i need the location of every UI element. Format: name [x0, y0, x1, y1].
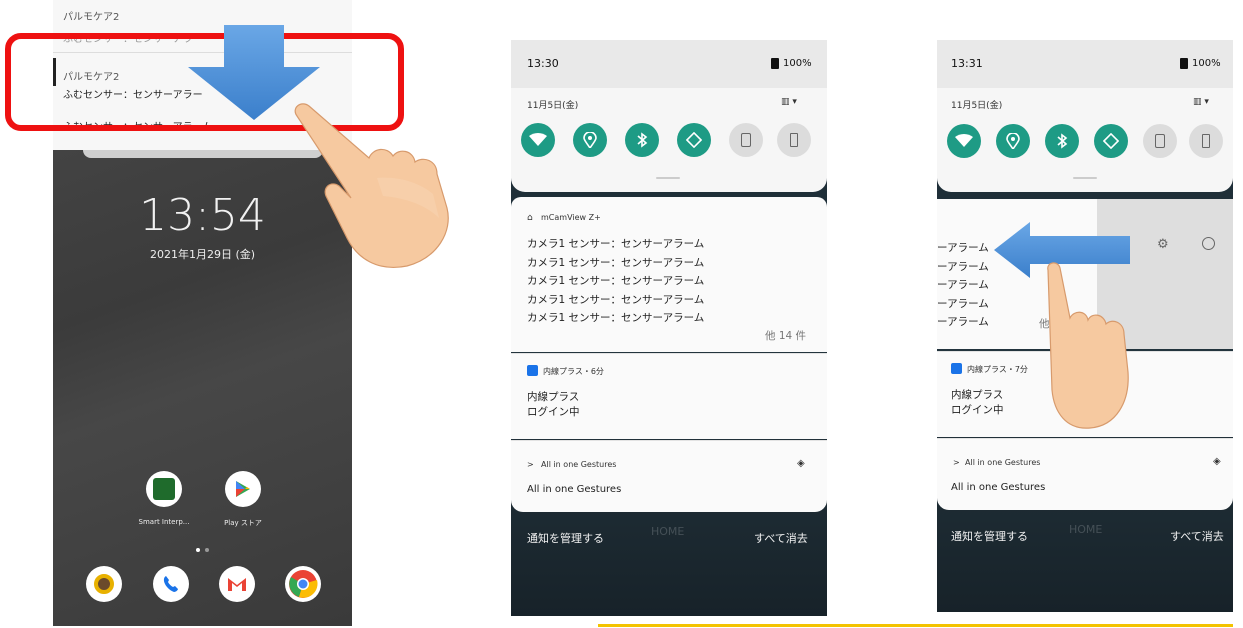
chrome-icon[interactable] — [285, 566, 321, 602]
signal-icons: ▥ ▾ — [781, 97, 797, 107]
home-label: HOME — [651, 525, 685, 538]
wifi-icon[interactable] — [521, 123, 555, 157]
manage-notifications-button[interactable]: 通知を管理する — [951, 528, 1028, 544]
notification-line: カメラ1 センサー：センサーアラーム — [527, 238, 705, 250]
gestures-header: All in one Gestures — [965, 458, 1041, 467]
home-label: HOME — [1069, 523, 1103, 536]
notification-line: ーアラーム — [937, 297, 989, 310]
battery-icon — [771, 58, 779, 69]
naisen-header: 内線プラス・7分 — [967, 365, 1028, 374]
qs-date: 11月5日(金) — [951, 101, 1003, 111]
page-dot — [205, 548, 209, 552]
app-icon-small: ⌂ — [527, 213, 533, 223]
manage-notifications-button[interactable]: 通知を管理する — [527, 530, 604, 546]
signal-icons: ▥ ▾ — [1193, 97, 1209, 107]
notification-line: ーアラーム — [937, 316, 989, 328]
notification-line: カメラ1 センサー：センサーアラーム — [527, 293, 705, 306]
notification-line: カメラ1 センサー：センサーアラーム — [527, 256, 705, 269]
notification-line: ーアラーム — [937, 242, 989, 254]
gmail-icon[interactable] — [219, 566, 255, 602]
pointing-hand-icon — [294, 103, 449, 268]
notification-shade-panel: 13:30 100% 11月5日(金) ▥ ▾ ⌂ mCamView Z+ カメ… — [511, 40, 827, 616]
phone-icon — [951, 363, 962, 374]
notification-lines: ーアラーム ーアラーム ーアラーム ーアラーム ーアラーム — [937, 239, 989, 332]
auto-rotate-icon[interactable] — [677, 123, 711, 157]
smart-interp-icon[interactable] — [146, 471, 182, 507]
quick-settings: 11月5日(金) ▥ ▾ — [511, 88, 827, 192]
accent-underline — [598, 624, 1233, 627]
wifi-icon[interactable] — [947, 124, 981, 158]
quick-settings: 11月5日(金) ▥ ▾ — [937, 88, 1233, 192]
bluetooth-icon[interactable] — [1045, 124, 1079, 158]
app-label: Smart Interp... — [138, 518, 190, 526]
notification-card-gestures[interactable]: > All in one Gestures ◈ All in one Gestu… — [511, 440, 827, 512]
chevron-right-icon[interactable]: > — [527, 460, 534, 469]
naisen-header: 内線プラス・6分 — [543, 367, 604, 376]
status-time: 13:30 — [527, 57, 559, 70]
layers-icon: ◈ — [1213, 456, 1221, 467]
battery-level: 100% — [783, 58, 812, 69]
layers-icon: ◈ — [797, 458, 805, 469]
notification-card-mcamview[interactable]: ⌂ mCamView Z+ カメラ1 センサー：センサーアラーム カメラ1 セン… — [511, 197, 827, 352]
qs-date: 11月5日(金) — [527, 101, 579, 111]
play-store-icon[interactable] — [225, 471, 261, 507]
notification-app-name-top: パルモケア2 — [63, 12, 120, 23]
chevron-right-icon[interactable]: > — [953, 458, 960, 467]
notification-line: ーアラーム — [937, 279, 989, 291]
notification-line: カメラ1 センサー：センサーアラーム — [527, 312, 705, 324]
status-time: 13:31 — [951, 57, 983, 70]
app-label: Play ストア — [224, 519, 262, 527]
page-dot-active — [196, 548, 200, 552]
notification-line: ーアラーム — [937, 260, 989, 273]
battery-level: 100% — [1192, 58, 1221, 69]
phone-icon[interactable] — [153, 566, 189, 602]
notification-line: カメラ1 センサー：センサーアラーム — [527, 275, 705, 287]
battery-saver-icon[interactable] — [729, 123, 763, 157]
gestures-body: All in one Gestures — [527, 484, 622, 495]
location-icon[interactable] — [996, 124, 1030, 158]
notification-card-naisen[interactable]: 内線プラス・6分 内線プラス ログイン中 — [511, 353, 827, 439]
phone-icon — [527, 365, 538, 376]
flashlight-icon[interactable] — [1189, 124, 1223, 158]
drag-handle[interactable] — [656, 177, 680, 179]
naisen-status: ログイン中 — [527, 406, 580, 418]
gear-icon[interactable]: ⚙ — [1157, 237, 1169, 252]
notification-app-header: mCamView Z+ — [541, 213, 601, 222]
pointing-hand-icon — [1047, 262, 1129, 429]
snooze-clock-icon[interactable] — [1202, 237, 1215, 250]
location-icon[interactable] — [573, 123, 607, 157]
gestures-header: All in one Gestures — [541, 460, 617, 469]
naisen-status: ログイン中 — [951, 404, 1004, 416]
bluetooth-icon[interactable] — [625, 123, 659, 157]
clear-all-button[interactable]: すべて消去 — [1170, 528, 1224, 544]
more-count: 他 14 件 — [765, 330, 807, 342]
battery-saver-icon[interactable] — [1143, 124, 1177, 158]
gestures-body: All in one Gestures — [951, 482, 1046, 493]
notification-lines: カメラ1 センサー：センサーアラーム カメラ1 センサー：センサーアラーム カメ… — [527, 235, 704, 328]
clear-all-button[interactable]: すべて消去 — [754, 530, 808, 546]
battery-icon — [1180, 58, 1188, 69]
flashlight-icon[interactable] — [777, 123, 811, 157]
auto-rotate-icon[interactable] — [1094, 124, 1128, 158]
notification-card-gestures[interactable]: > All in one Gestures ◈ All in one Gestu… — [937, 438, 1233, 510]
camera-icon[interactable] — [86, 566, 122, 602]
drag-handle[interactable] — [1073, 177, 1097, 179]
